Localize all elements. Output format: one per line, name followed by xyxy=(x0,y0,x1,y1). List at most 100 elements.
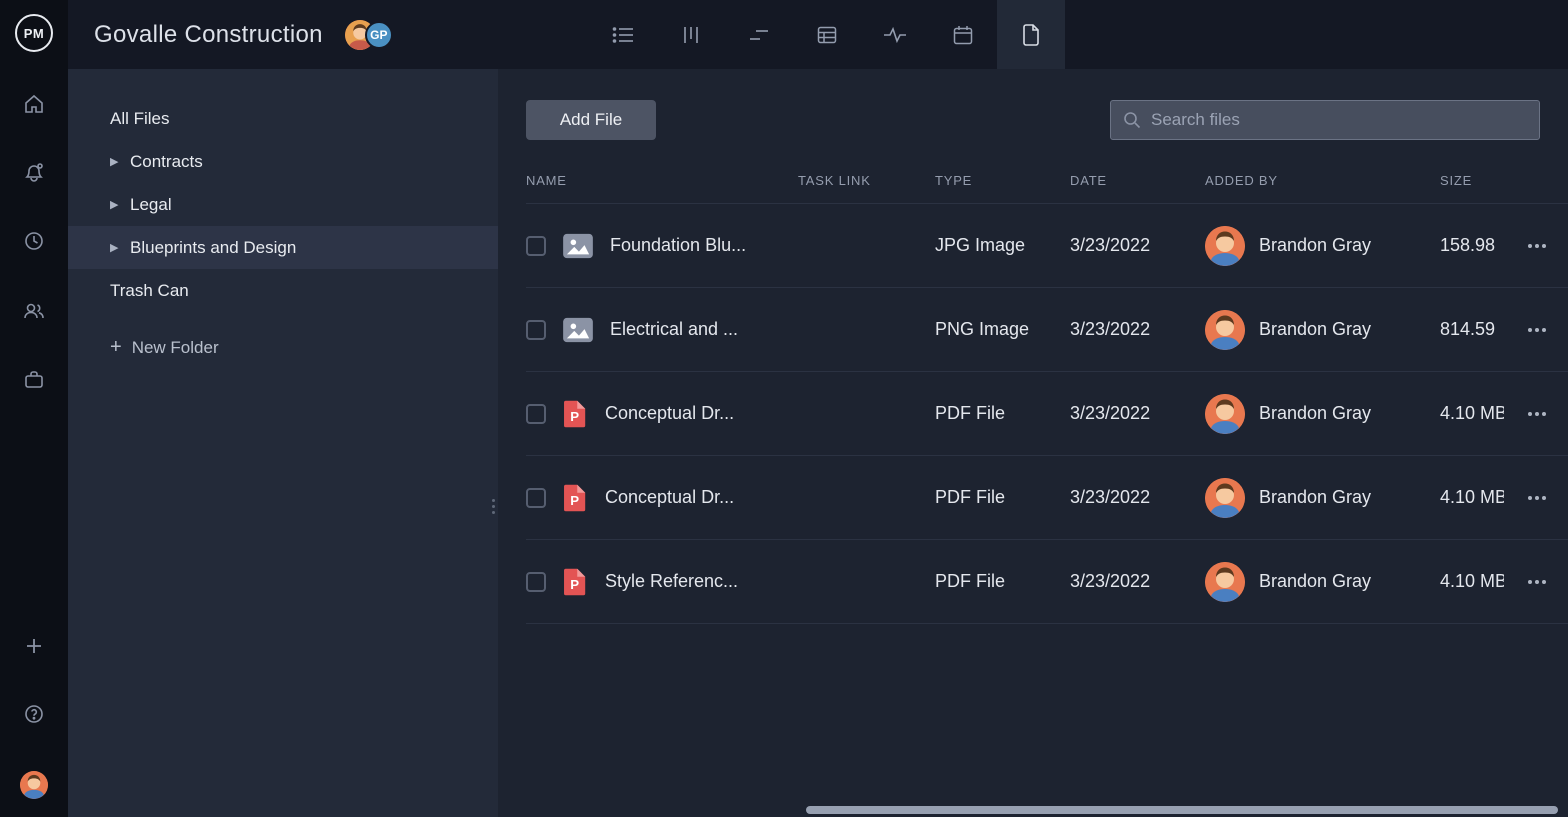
list-view-icon[interactable] xyxy=(589,0,657,69)
add-plus-icon[interactable] xyxy=(14,626,54,666)
col-name[interactable]: NAME xyxy=(526,173,798,188)
home-icon[interactable] xyxy=(14,84,54,124)
search-input[interactable] xyxy=(1151,110,1527,130)
scrollbar-thumb[interactable] xyxy=(806,806,1558,814)
file-size: 4.10 MB xyxy=(1440,403,1504,424)
col-added-by[interactable]: ADDED BY xyxy=(1205,173,1440,188)
file-date: 3/23/2022 xyxy=(1070,487,1205,508)
file-type: JPG Image xyxy=(935,235,1070,256)
added-by-avatar xyxy=(1205,394,1245,434)
added-by-name: Brandon Gray xyxy=(1259,487,1371,508)
team-icon[interactable] xyxy=(14,291,54,331)
col-date[interactable]: DATE xyxy=(1070,173,1205,188)
image-file-icon xyxy=(562,317,594,343)
row-checkbox[interactable] xyxy=(526,488,546,508)
app-logo[interactable]: PM xyxy=(15,14,53,52)
table-row[interactable]: P Conceptual Dr... PDF File 3/23/2022 Br… xyxy=(526,372,1568,456)
sidebar-item-legal[interactable]: ▶ Legal xyxy=(68,183,498,226)
sidebar-item-all-files[interactable]: All Files xyxy=(68,97,498,140)
file-size: 4.10 MB xyxy=(1440,487,1504,508)
file-type: PDF File xyxy=(935,487,1070,508)
folder-label: Contracts xyxy=(130,152,203,172)
file-type: PDF File xyxy=(935,571,1070,592)
new-folder-button[interactable]: + New Folder xyxy=(68,326,498,369)
search-box[interactable] xyxy=(1110,100,1540,140)
plus-icon: + xyxy=(110,336,122,359)
gantt-view-icon[interactable] xyxy=(725,0,793,69)
file-type: PNG Image xyxy=(935,319,1070,340)
pdf-file-icon: P xyxy=(562,567,589,597)
row-checkbox[interactable] xyxy=(526,236,546,256)
project-members: GP xyxy=(345,20,393,50)
files-sidebar: All Files ▶ Contracts ▶ Legal ▶ Blueprin… xyxy=(68,69,498,817)
help-icon[interactable] xyxy=(14,694,54,734)
added-by-avatar xyxy=(1205,310,1245,350)
caret-right-icon[interactable]: ▶ xyxy=(110,155,130,168)
folder-label: Trash Can xyxy=(110,281,189,301)
added-by-name: Brandon Gray xyxy=(1259,571,1371,592)
file-name[interactable]: Conceptual Dr... xyxy=(605,403,734,424)
sidebar-item-blueprints-and-design[interactable]: ▶ Blueprints and Design xyxy=(68,226,498,269)
search-icon xyxy=(1123,111,1141,129)
caret-right-icon[interactable]: ▶ xyxy=(110,241,130,254)
add-file-button[interactable]: Add File xyxy=(526,100,656,140)
col-type[interactable]: TYPE xyxy=(935,173,1070,188)
files-panel: Add File NAME TASK LINK TYPE DATE ADDED … xyxy=(498,69,1568,817)
table-row[interactable]: P Conceptual Dr... PDF File 3/23/2022 Br… xyxy=(526,456,1568,540)
file-date: 3/23/2022 xyxy=(1070,319,1205,340)
file-date: 3/23/2022 xyxy=(1070,571,1205,592)
file-date: 3/23/2022 xyxy=(1070,235,1205,256)
calendar-view-icon[interactable] xyxy=(929,0,997,69)
file-name[interactable]: Style Referenc... xyxy=(605,571,738,592)
files-view-icon[interactable] xyxy=(997,0,1065,69)
col-task-link[interactable]: TASK LINK xyxy=(798,173,935,188)
pdf-file-icon: P xyxy=(562,399,589,429)
row-menu-icon[interactable] xyxy=(1504,328,1568,332)
row-menu-icon[interactable] xyxy=(1504,412,1568,416)
board-view-icon[interactable] xyxy=(657,0,725,69)
file-size: 158.98 xyxy=(1440,235,1504,256)
table-row[interactable]: Foundation Blu... JPG Image 3/23/2022 Br… xyxy=(526,204,1568,288)
sidebar-item-trash-can[interactable]: Trash Can xyxy=(68,269,498,312)
view-tabs xyxy=(589,0,1065,69)
added-by-name: Brandon Gray xyxy=(1259,235,1371,256)
row-menu-icon[interactable] xyxy=(1504,244,1568,248)
horizontal-scrollbar[interactable] xyxy=(498,803,1568,817)
row-menu-icon[interactable] xyxy=(1504,496,1568,500)
folder-label: Legal xyxy=(130,195,172,215)
app-root: PM Govalle Construction xyxy=(0,0,1568,817)
file-size: 814.59 xyxy=(1440,319,1504,340)
row-menu-icon[interactable] xyxy=(1504,580,1568,584)
image-file-icon xyxy=(562,233,594,259)
notifications-bell-icon[interactable] xyxy=(14,152,54,192)
activity-view-icon[interactable] xyxy=(861,0,929,69)
clock-icon[interactable] xyxy=(14,221,54,261)
folder-label: Blueprints and Design xyxy=(130,238,296,258)
left-rail: PM xyxy=(0,0,68,817)
sidebar-item-contracts[interactable]: ▶ Contracts xyxy=(68,140,498,183)
folder-label: All Files xyxy=(110,109,170,129)
added-by-name: Brandon Gray xyxy=(1259,319,1371,340)
briefcase-icon[interactable] xyxy=(14,360,54,400)
row-checkbox[interactable] xyxy=(526,404,546,424)
row-checkbox[interactable] xyxy=(526,320,546,340)
file-type: PDF File xyxy=(935,403,1070,424)
sheet-view-icon[interactable] xyxy=(793,0,861,69)
user-avatar[interactable] xyxy=(20,771,48,799)
table-row[interactable]: Electrical and ... PNG Image 3/23/2022 B… xyxy=(526,288,1568,372)
file-name[interactable]: Electrical and ... xyxy=(610,319,738,340)
member-avatar-gp[interactable]: GP xyxy=(365,21,393,49)
pdf-file-icon: P xyxy=(562,483,589,513)
file-name[interactable]: Conceptual Dr... xyxy=(605,487,734,508)
svg-text:P: P xyxy=(570,409,579,424)
added-by-avatar xyxy=(1205,478,1245,518)
table-row[interactable]: P Style Referenc... PDF File 3/23/2022 B… xyxy=(526,540,1568,624)
top-bar: Govalle Construction GP xyxy=(68,0,1568,69)
files-toolbar: Add File xyxy=(526,100,1568,140)
file-name[interactable]: Foundation Blu... xyxy=(610,235,746,256)
col-size[interactable]: SIZE xyxy=(1440,173,1504,188)
row-checkbox[interactable] xyxy=(526,572,546,592)
sidebar-resize-handle[interactable] xyxy=(492,499,495,514)
added-by-avatar xyxy=(1205,226,1245,266)
caret-right-icon[interactable]: ▶ xyxy=(110,198,130,211)
